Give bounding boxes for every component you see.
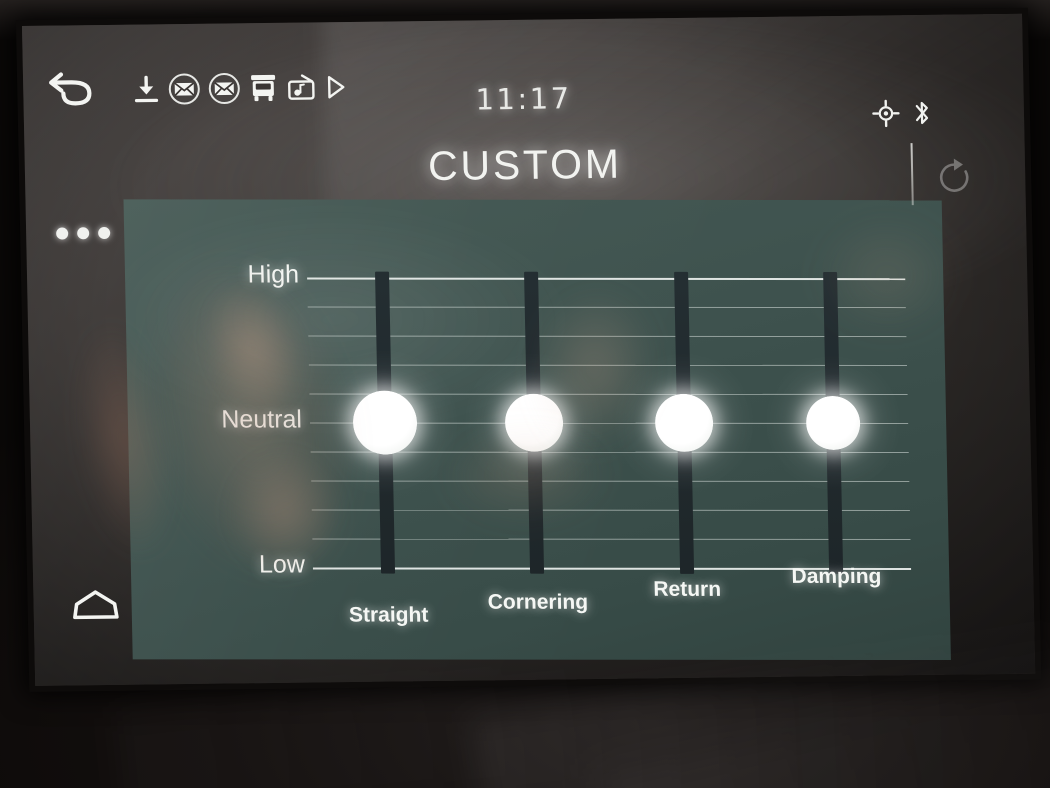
left-rail	[24, 109, 132, 686]
slider-chart: Straight Cornering Return Damping	[307, 271, 912, 627]
slider-damping[interactable]: Damping	[791, 272, 882, 588]
slider-thumb[interactable]	[352, 390, 418, 455]
slider-label: Damping	[791, 564, 882, 588]
page-title: CUSTOM	[427, 140, 623, 190]
status-right-icons	[872, 99, 933, 133]
slider-straight[interactable]: Straight	[349, 271, 429, 627]
slider-return[interactable]: Return	[651, 271, 721, 601]
slider-thumb[interactable]	[654, 393, 714, 452]
dashboard-photo: 11:17 CUSTOM High Neutral Low Straight C…	[0, 0, 1050, 788]
settings-panel: High Neutral Low Straight Cornering Return Da…	[123, 199, 951, 661]
reset-icon[interactable]	[931, 154, 978, 201]
slider-thumb[interactable]	[504, 393, 564, 452]
infotainment-screen-wrapper: 11:17 CUSTOM High Neutral Low Straight C…	[22, 13, 1036, 686]
gps-location-icon	[872, 99, 901, 132]
y-axis-labels: High Neutral Low	[149, 261, 305, 579]
slider-thumb[interactable]	[805, 395, 861, 451]
y-axis-tick-neutral: Neutral	[221, 405, 303, 434]
slider-cornering[interactable]: Cornering	[488, 271, 588, 614]
slider-label: Cornering	[487, 590, 589, 614]
infotainment-screen: 11:17 CUSTOM High Neutral Low Straight C…	[22, 13, 1036, 686]
overflow-dots-icon[interactable]	[56, 226, 111, 240]
slider-label: Straight	[348, 603, 429, 627]
home-icon[interactable]	[69, 587, 122, 624]
status-bar: 11:17	[22, 14, 1024, 128]
bluetooth-icon	[912, 99, 933, 132]
y-axis-tick-high: High	[247, 260, 300, 289]
y-axis-tick-low: Low	[258, 550, 306, 579]
slider-label: Return	[653, 577, 722, 601]
